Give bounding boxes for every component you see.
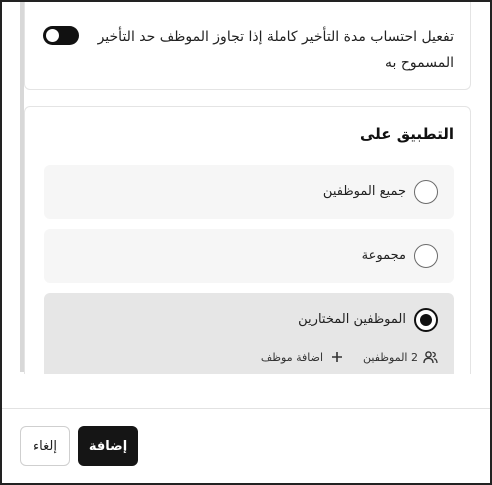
users-icon xyxy=(422,349,438,365)
radio-all-employees[interactable] xyxy=(414,180,438,204)
radio-selected-employees[interactable] xyxy=(414,308,438,332)
add-employee-link[interactable]: اضافة موظف xyxy=(261,349,345,365)
option-selected-employees-label: الموظفين المختارين xyxy=(298,312,406,327)
scroll-area[interactable]: تفعيل احتساب مدة التأخير كاملة إذا تجاوز… xyxy=(2,2,490,374)
toggle-knob xyxy=(46,29,59,42)
option-all-employees-label: جميع الموظفين xyxy=(322,184,406,199)
late-duration-toggle-label: تفعيل احتساب مدة التأخير كاملة إذا تجاوز… xyxy=(97,29,454,71)
late-duration-card: تفعيل احتساب مدة التأخير كاملة إذا تجاوز… xyxy=(24,2,471,90)
option-all-employees[interactable]: جميع الموظفين xyxy=(44,165,454,219)
apply-to-title: التطبيق على xyxy=(359,125,454,143)
option-selected-employees[interactable]: الموظفين المختارين 2 الموظفين اضافة موظف xyxy=(44,293,454,374)
modal-body: تفعيل احتساب مدة التأخير كاملة إذا تجاوز… xyxy=(0,0,492,485)
cancel-button[interactable]: إلغاء xyxy=(20,426,70,466)
plus-icon xyxy=(329,349,345,365)
apply-to-card: التطبيق على جميع الموظفين مجموعة الموظفي… xyxy=(24,106,471,374)
late-duration-toggle[interactable] xyxy=(43,26,79,45)
employee-count: 2 الموظفين xyxy=(363,350,418,364)
add-button[interactable]: إضافة xyxy=(78,426,138,466)
add-employee-label: اضافة موظف xyxy=(260,350,324,364)
selected-employees-meta: 2 الموظفين اضافة موظف xyxy=(261,349,438,365)
option-group[interactable]: مجموعة xyxy=(44,229,454,283)
option-group-label: مجموعة xyxy=(361,248,406,263)
radio-group[interactable] xyxy=(414,244,438,268)
footer-divider xyxy=(2,408,490,409)
radio-selected-dot xyxy=(420,314,432,326)
